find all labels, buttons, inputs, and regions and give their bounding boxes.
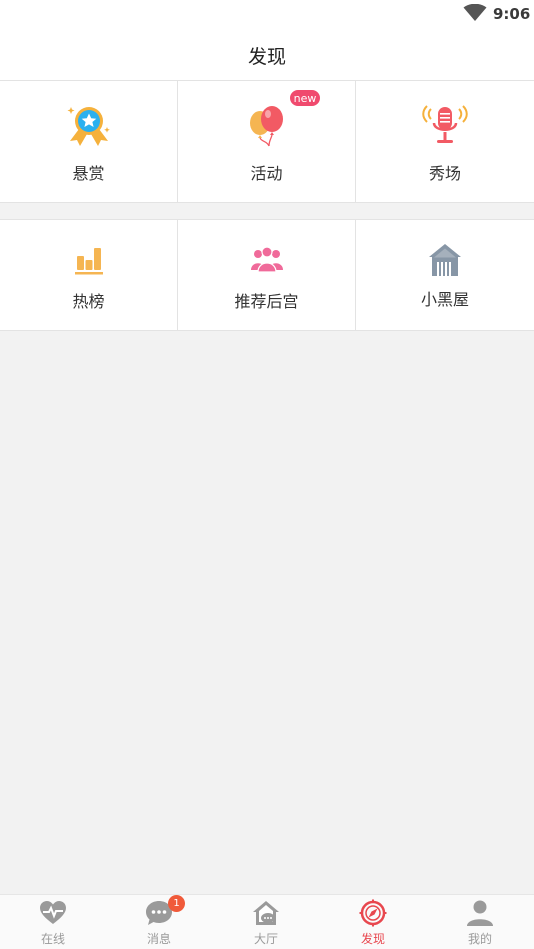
grid-item-label: 活动 [250, 164, 283, 183]
tab-messages[interactable]: 1 消息 [106, 895, 212, 949]
tab-profile[interactable]: 我的 [427, 895, 533, 949]
grid-item-blacklist[interactable]: 小黑屋 [356, 220, 534, 330]
balloons-icon [249, 106, 283, 147]
tab-label: 在线 [40, 932, 65, 946]
status-time: 9:06 [493, 5, 531, 23]
tab-hall[interactable]: 大厅 [213, 895, 319, 949]
unread-count-badge: 1 [168, 895, 185, 912]
header: 发现 [0, 28, 534, 80]
grid-item-show[interactable]: 秀场 [356, 81, 534, 202]
bottom-tab-bar: 在线 1 消息 大厅 发现 我的 [0, 894, 534, 949]
tab-discover[interactable]: 发现 [320, 895, 426, 949]
tab-label: 大厅 [253, 932, 278, 946]
grid-item-activity[interactable]: 活动 [178, 81, 356, 202]
feature-grid-row-2: 热榜 推荐后宫 小黑屋 [0, 219, 534, 331]
compass-icon [359, 899, 387, 927]
page-title: 发现 [247, 46, 286, 68]
microphone-icon [422, 105, 468, 143]
wifi-icon [463, 4, 487, 21]
hall-house-icon [253, 901, 279, 925]
award-ribbon-icon [67, 107, 110, 146]
grid-item-label: 秀场 [428, 164, 461, 183]
bar-chart-icon [74, 248, 103, 275]
grid-item-hot-list[interactable]: 热榜 [0, 220, 178, 330]
grid-item-recommend[interactable]: 推荐后宫 [178, 220, 356, 330]
grid-item-reward[interactable]: 悬赏 [0, 81, 178, 202]
tab-label: 消息 [146, 932, 171, 946]
heartbeat-icon [40, 901, 66, 924]
tab-online[interactable]: 在线 [0, 895, 106, 949]
feature-grid-row-1: 悬赏 活动 秀场 [0, 80, 534, 203]
grid-item-label: 悬赏 [72, 164, 105, 183]
grid-item-label: 推荐后宫 [234, 292, 299, 311]
house-icon [429, 244, 461, 276]
tab-label: 我的 [467, 932, 492, 946]
person-icon [467, 900, 493, 926]
new-badge: new [289, 89, 321, 107]
people-group-icon [250, 246, 283, 273]
status-bar: 9:06 [0, 0, 534, 28]
tab-label: 发现 [360, 932, 385, 946]
grid-item-label: 热榜 [72, 292, 105, 311]
grid-item-label: 小黑屋 [420, 290, 469, 309]
